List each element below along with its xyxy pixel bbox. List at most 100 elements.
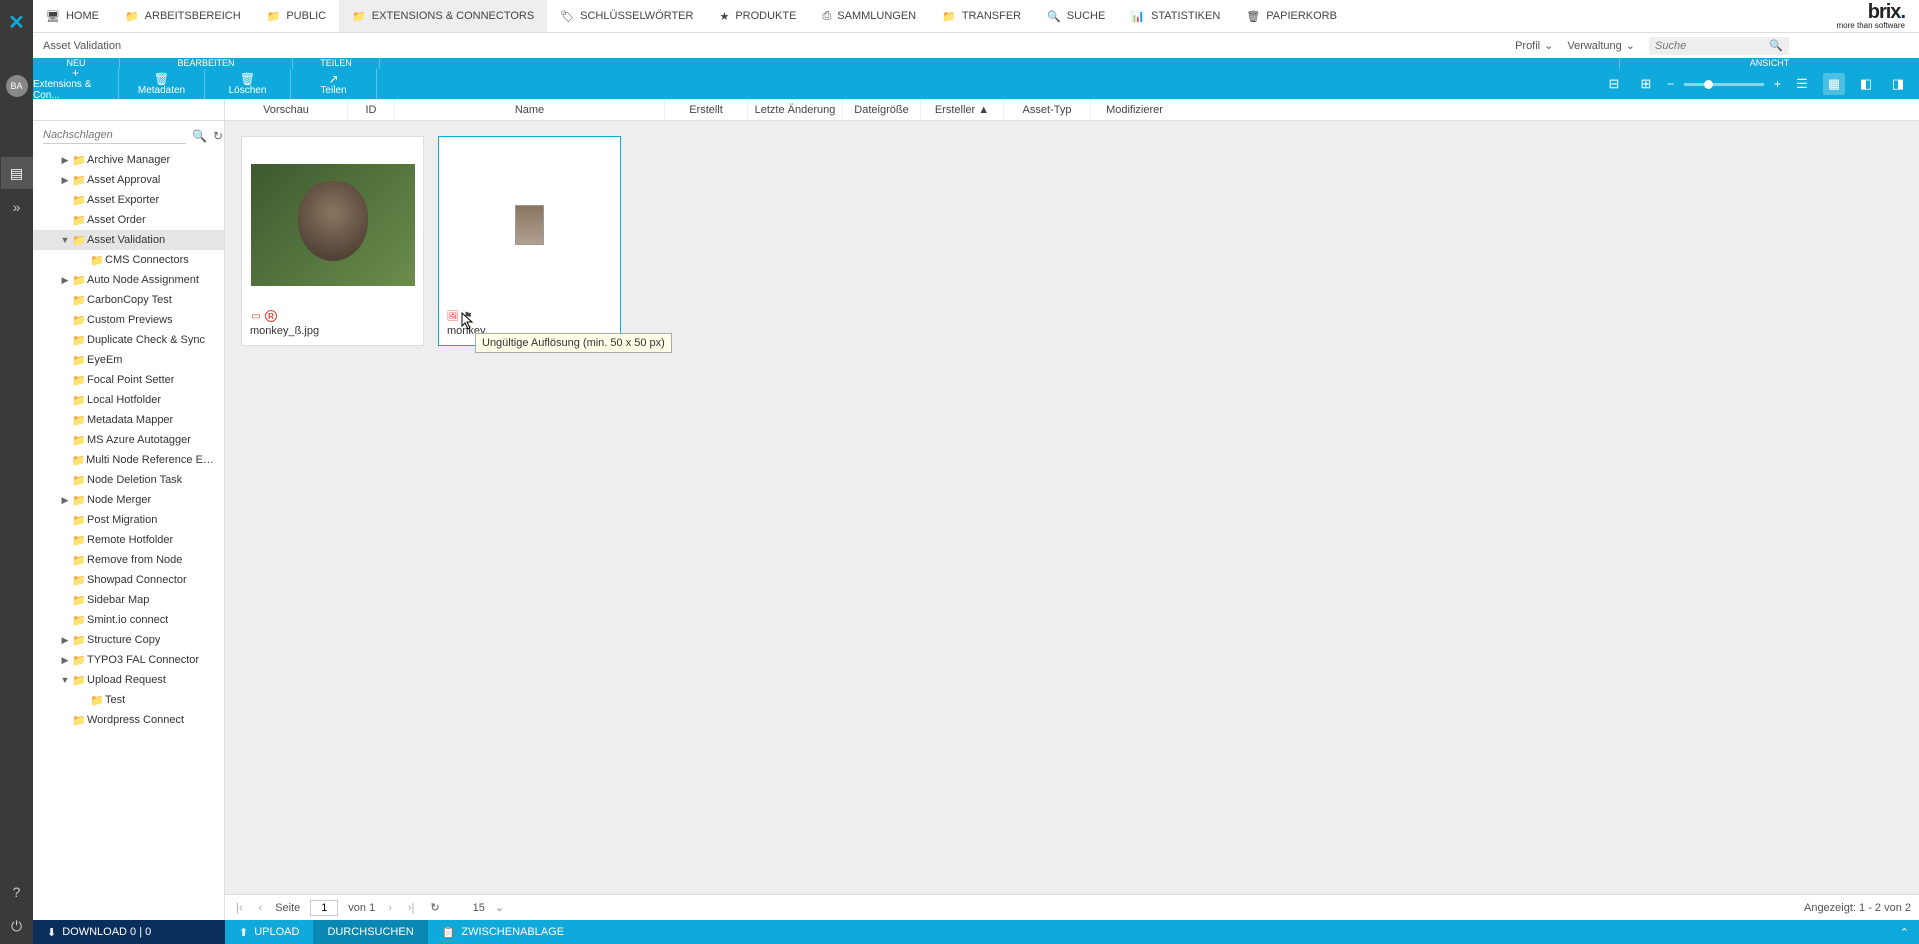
tree-node[interactable]: 📁Smint.io connect bbox=[33, 610, 224, 630]
page-last-icon[interactable]: ›| bbox=[405, 902, 418, 914]
nav-item[interactable]: 📁PUBLIC bbox=[254, 0, 339, 32]
tree-node[interactable]: 📁Sidebar Map bbox=[33, 590, 224, 610]
tree-node[interactable]: 📁Remote Hotfolder bbox=[33, 530, 224, 550]
expand-arrow-icon[interactable]: ▼ bbox=[59, 675, 71, 685]
tree-node[interactable]: ▶📁Structure Copy bbox=[33, 630, 224, 650]
expand-arrow-icon[interactable]: ▶ bbox=[59, 275, 71, 286]
rail-help-icon[interactable]: ? bbox=[1, 876, 33, 908]
nav-item[interactable]: 📁TRANSFER bbox=[929, 0, 1034, 32]
nav-item[interactable]: 📊STATISTIKEN bbox=[1118, 0, 1233, 32]
asset-card[interactable]: ▭ R monkey_ß.jpg bbox=[241, 136, 424, 346]
search-input[interactable] bbox=[1655, 40, 1769, 52]
col-assettype[interactable]: Asset-Typ bbox=[1004, 99, 1091, 120]
toolbar-button[interactable]: 🗑Löschen bbox=[205, 69, 291, 99]
tree-node[interactable]: ▼📁Asset Validation bbox=[33, 230, 224, 250]
tree-node[interactable]: 📁Wordpress Connect bbox=[33, 710, 224, 730]
nav-item[interactable]: 🖥HOME bbox=[33, 0, 112, 32]
user-avatar[interactable]: BA bbox=[6, 75, 28, 97]
tree-node[interactable]: 📁Showpad Connector bbox=[33, 570, 224, 590]
col-creator[interactable]: Ersteller ▲ bbox=[921, 99, 1004, 120]
col-name[interactable]: Name bbox=[395, 99, 665, 120]
refresh-icon[interactable]: ↻ bbox=[427, 901, 442, 914]
zoom-slider[interactable] bbox=[1684, 83, 1764, 86]
tree-node[interactable]: 📁EyeEm bbox=[33, 350, 224, 370]
view-list-icon[interactable]: ☰ bbox=[1791, 73, 1813, 95]
search-icon[interactable]: 🔍 bbox=[192, 129, 207, 143]
pagesize-label[interactable]: 15 bbox=[473, 902, 485, 914]
chevron-down-icon[interactable]: ⌄ bbox=[495, 901, 504, 914]
col-created[interactable]: Erstellt bbox=[665, 99, 748, 120]
nav-item[interactable]: 📁ARBEITSBEREICH bbox=[112, 0, 254, 32]
toolbar-button[interactable]: 🗑Metadaten bbox=[119, 69, 205, 99]
download-segment[interactable]: ⬇ DOWNLOAD 0 | 0 bbox=[33, 920, 225, 944]
tree-node[interactable]: 📁Duplicate Check & Sync bbox=[33, 330, 224, 350]
clipboard-segment[interactable]: 📋 ZWISCHENABLAGE bbox=[428, 920, 578, 944]
global-search[interactable]: 🔍 bbox=[1649, 37, 1789, 55]
view-grid-icon[interactable]: ▦ bbox=[1823, 73, 1845, 95]
page-prev-icon[interactable]: ‹ bbox=[256, 902, 266, 914]
tree-node[interactable]: 📁Test bbox=[33, 690, 224, 710]
tree-node[interactable]: 📁Multi Node Reference Editor bbox=[33, 450, 224, 470]
panel-left-icon[interactable]: ◧ bbox=[1855, 73, 1877, 95]
tree-node[interactable]: 📁Node Deletion Task bbox=[33, 470, 224, 490]
col-filesize[interactable]: Dateigröße bbox=[843, 99, 921, 120]
rail-expand-icon[interactable]: » bbox=[1, 191, 33, 223]
tree-collapse-icon[interactable]: ⊟ bbox=[1603, 73, 1625, 95]
nav-item[interactable]: ★PRODUKTE bbox=[706, 0, 809, 32]
folder-icon: 📁 bbox=[71, 514, 87, 527]
col-id[interactable]: ID bbox=[348, 99, 395, 120]
expand-arrow-icon[interactable]: ▶ bbox=[59, 155, 71, 166]
tree-node[interactable]: ▼📁Upload Request bbox=[33, 670, 224, 690]
folder-icon: 📁 bbox=[71, 654, 87, 667]
col-modifier[interactable]: Modifizierer bbox=[1091, 99, 1178, 120]
page-input[interactable] bbox=[310, 900, 338, 916]
toolbar-button[interactable]: ↗Teilen bbox=[291, 69, 377, 99]
expand-arrow-icon[interactable]: ▶ bbox=[59, 635, 71, 646]
search-icon[interactable]: 🔍 bbox=[1769, 39, 1783, 52]
tree-node[interactable]: 📁Metadata Mapper bbox=[33, 410, 224, 430]
nav-item[interactable]: 📁EXTENSIONS & CONNECTORS bbox=[339, 0, 547, 32]
tree-search-input[interactable] bbox=[43, 127, 186, 144]
tree-label: Structure Copy bbox=[87, 634, 160, 646]
nav-item[interactable]: 🗑PAPIERKORB bbox=[1233, 0, 1350, 32]
tree-node[interactable]: 📁Asset Order bbox=[33, 210, 224, 230]
expand-arrow-icon[interactable]: ▶ bbox=[59, 655, 71, 666]
page-next-icon[interactable]: › bbox=[385, 902, 395, 914]
tree-node[interactable]: 📁Post Migration bbox=[33, 510, 224, 530]
profile-menu[interactable]: Profil⌄ bbox=[1515, 39, 1553, 52]
tree-node[interactable]: ▶📁Auto Node Assignment bbox=[33, 270, 224, 290]
col-preview[interactable]: Vorschau bbox=[225, 99, 348, 120]
col-modified[interactable]: Letzte Änderung bbox=[748, 99, 843, 120]
tree-node[interactable]: 📁Focal Point Setter bbox=[33, 370, 224, 390]
toolbar-button[interactable]: +Extensions & Con... bbox=[33, 69, 119, 99]
rail-layers-icon[interactable]: ▤ bbox=[1, 157, 33, 189]
upload-segment[interactable]: ⬆ UPLOAD bbox=[225, 920, 313, 944]
tree-node[interactable]: 📁Custom Previews bbox=[33, 310, 224, 330]
nav-item[interactable]: 🏷SCHLÜSSELWÖRTER bbox=[547, 0, 706, 32]
tree-node[interactable]: ▶📁Archive Manager bbox=[33, 150, 224, 170]
tree-node[interactable]: 📁Local Hotfolder bbox=[33, 390, 224, 410]
expand-arrow-icon[interactable]: ▶ bbox=[59, 495, 71, 506]
tree-node[interactable]: 📁Remove from Node bbox=[33, 550, 224, 570]
tree-node[interactable]: 📁CarbonCopy Test bbox=[33, 290, 224, 310]
page-first-icon[interactable]: |‹ bbox=[233, 902, 246, 914]
browse-button[interactable]: DURCHSUCHEN bbox=[313, 920, 427, 944]
tree-node[interactable]: ▶📁TYPO3 FAL Connector bbox=[33, 650, 224, 670]
collapse-up-icon[interactable]: ⌃ bbox=[1890, 926, 1919, 939]
rail-power-icon[interactable]: ⏻ bbox=[1, 910, 33, 942]
tree-node[interactable]: 📁MS Azure Autotagger bbox=[33, 430, 224, 450]
tree-expand-icon[interactable]: ⊞ bbox=[1635, 73, 1657, 95]
tree-node[interactable]: 📁CMS Connectors bbox=[33, 250, 224, 270]
refresh-icon[interactable]: ↻ bbox=[213, 129, 223, 143]
nav-item[interactable]: 🔍SUCHE bbox=[1034, 0, 1118, 32]
expand-arrow-icon[interactable]: ▼ bbox=[59, 235, 71, 245]
tree-node[interactable]: ▶📁Asset Approval bbox=[33, 170, 224, 190]
tree-node[interactable]: ▶📁Node Merger bbox=[33, 490, 224, 510]
asset-card[interactable]: 🖼 ⚑ monkey. Ungültige Auflösung (min. 50… bbox=[438, 136, 621, 346]
tree-node[interactable]: 📁Asset Exporter bbox=[33, 190, 224, 210]
expand-arrow-icon[interactable]: ▶ bbox=[59, 175, 71, 186]
nav-item[interactable]: ⎙SAMMLUNGEN bbox=[809, 0, 929, 32]
admin-menu[interactable]: Verwaltung⌄ bbox=[1567, 39, 1635, 52]
toolbar-label: Extensions & Con... bbox=[33, 79, 118, 101]
panel-right-icon[interactable]: ◨ bbox=[1887, 73, 1909, 95]
